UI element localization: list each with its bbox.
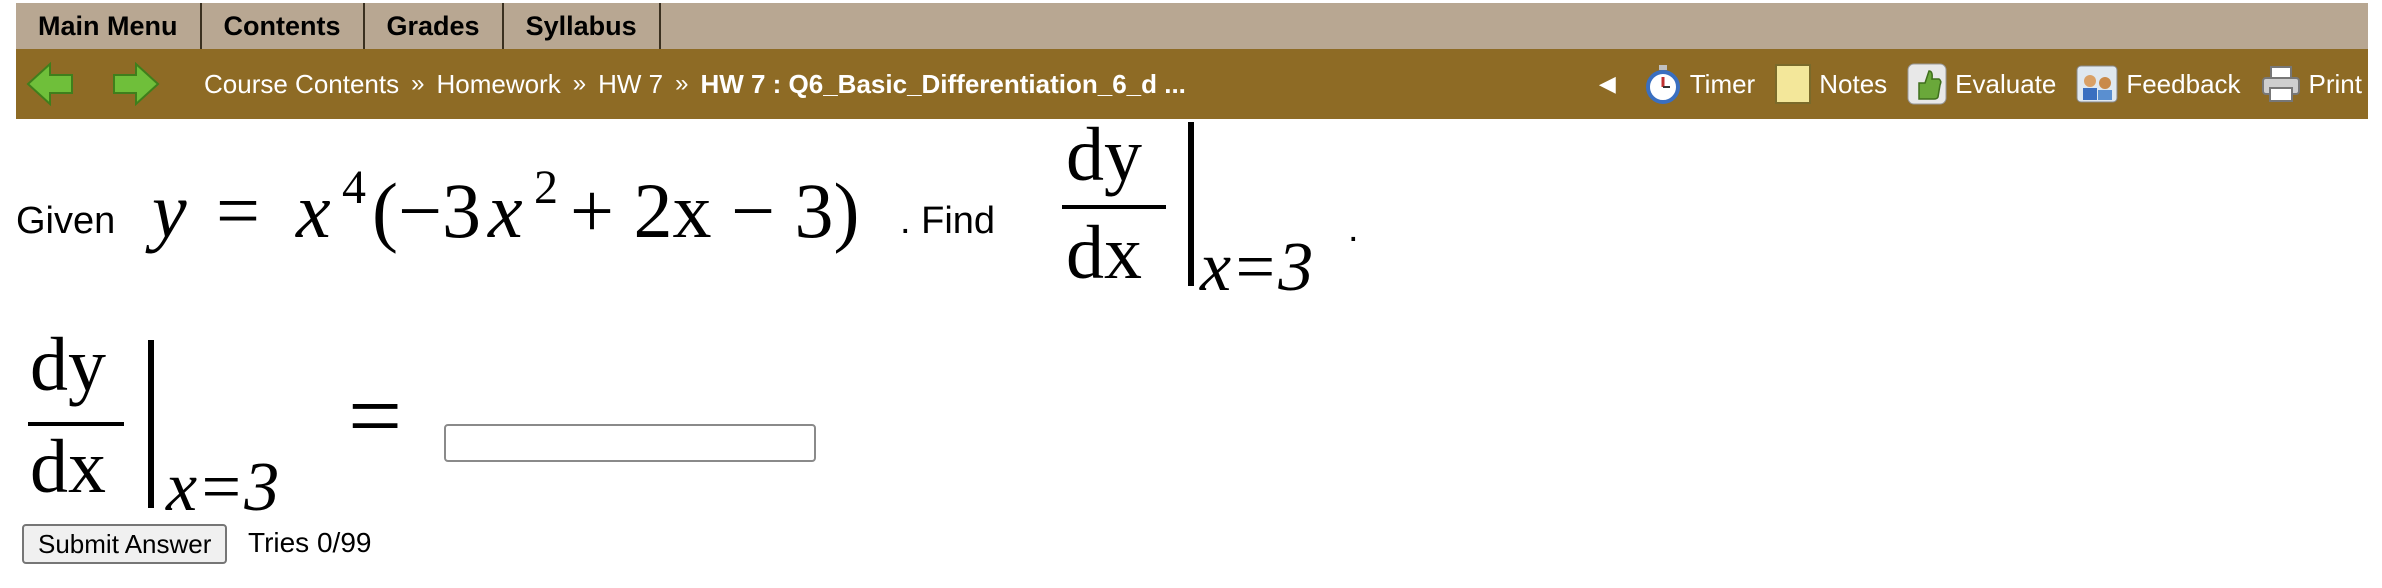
derivative-numerator: dy: [1066, 113, 1142, 197]
derivative-denominator: dx: [1066, 211, 1142, 295]
timer-button[interactable]: Timer: [1644, 64, 1755, 104]
timer-label: Timer: [1689, 68, 1756, 99]
breadcrumb-homework[interactable]: Homework: [436, 69, 560, 100]
nav-tools: ◀ Timer Notes Evaluate Feedback Print: [1599, 63, 2362, 105]
derivative-evaluated-at: x=3: [1200, 229, 1314, 306]
printer-icon: [2261, 66, 2300, 102]
thumbs-up-icon: [1907, 63, 1947, 105]
question-prompt: Given y = x 4 (−3 x 2 + 2x − 3) . Find d…: [16, 113, 1416, 308]
collapse-triangle-icon[interactable]: ◀: [1599, 71, 1616, 97]
given-label: Given: [16, 200, 116, 242]
answer-derivative-denominator: dx: [30, 425, 106, 509]
back-button[interactable]: [24, 58, 76, 110]
answer-derivative-numerator: dy: [30, 323, 106, 407]
sticky-note-icon: [1775, 64, 1812, 104]
nav-bar: Course Contents » Homework » HW 7 » HW 7…: [16, 49, 2368, 119]
menu-main-menu[interactable]: Main Menu: [16, 3, 202, 49]
arrow-right-icon: [113, 62, 160, 106]
prompt-period: .: [1348, 208, 1359, 250]
feedback-button[interactable]: Feedback: [2076, 63, 2241, 105]
breadcrumb-course-contents[interactable]: Course Contents: [204, 69, 399, 100]
breadcrumb-current: HW 7 : Q6_Basic_Differentiation_6_d ...: [700, 68, 1186, 99]
answer-input[interactable]: [444, 424, 816, 462]
main-menubar: Main Menu Contents Grades Syllabus: [16, 3, 2368, 49]
evaluation-bar: [1188, 122, 1194, 286]
print-label: Print: [2308, 68, 2362, 99]
answer-evaluated-at: x=3: [166, 449, 280, 526]
menu-contents[interactable]: Contents: [202, 3, 365, 49]
menu-syllabus[interactable]: Syllabus: [504, 3, 661, 49]
equation-rest: + 2x − 3): [570, 167, 860, 254]
breadcrumb-separator: »: [572, 70, 587, 97]
breadcrumb: Course Contents » Homework » HW 7 » HW 7…: [204, 69, 1186, 100]
notes-button[interactable]: Notes: [1775, 64, 1887, 104]
arrow-left-icon: [26, 62, 73, 106]
equation-exponent-2: 2: [534, 161, 558, 214]
tries-counter: Tries 0/99: [248, 527, 372, 558]
stopwatch-icon: [1645, 65, 1680, 104]
equation-equals: =: [216, 167, 260, 254]
breadcrumb-hw7[interactable]: HW 7: [598, 69, 663, 100]
equation-x-squared-base: x: [488, 167, 523, 254]
evaluate-label: Evaluate: [1955, 68, 2057, 99]
equation-lhs: y: [152, 167, 187, 254]
menu-grades[interactable]: Grades: [365, 3, 504, 49]
submit-answer-button[interactable]: Submit Answer: [22, 524, 228, 564]
print-button[interactable]: Print: [2261, 64, 2362, 104]
answer-equals: =: [348, 362, 403, 469]
equation-open-paren: (−3: [372, 167, 481, 254]
equation-base-x: x: [296, 167, 331, 254]
breadcrumb-separator: »: [411, 70, 425, 97]
notes-label: Notes: [1819, 68, 1888, 99]
forward-button[interactable]: [110, 58, 162, 110]
find-label: . Find: [900, 200, 996, 242]
answer-evaluation-bar: [148, 340, 154, 508]
evaluate-button[interactable]: Evaluate: [1907, 63, 2056, 105]
feedback-label: Feedback: [2126, 68, 2241, 99]
fraction-bar: [1062, 205, 1166, 209]
equation-exponent-4: 4: [342, 161, 366, 214]
feedback-icon: [2076, 65, 2118, 103]
breadcrumb-separator: »: [675, 70, 689, 97]
